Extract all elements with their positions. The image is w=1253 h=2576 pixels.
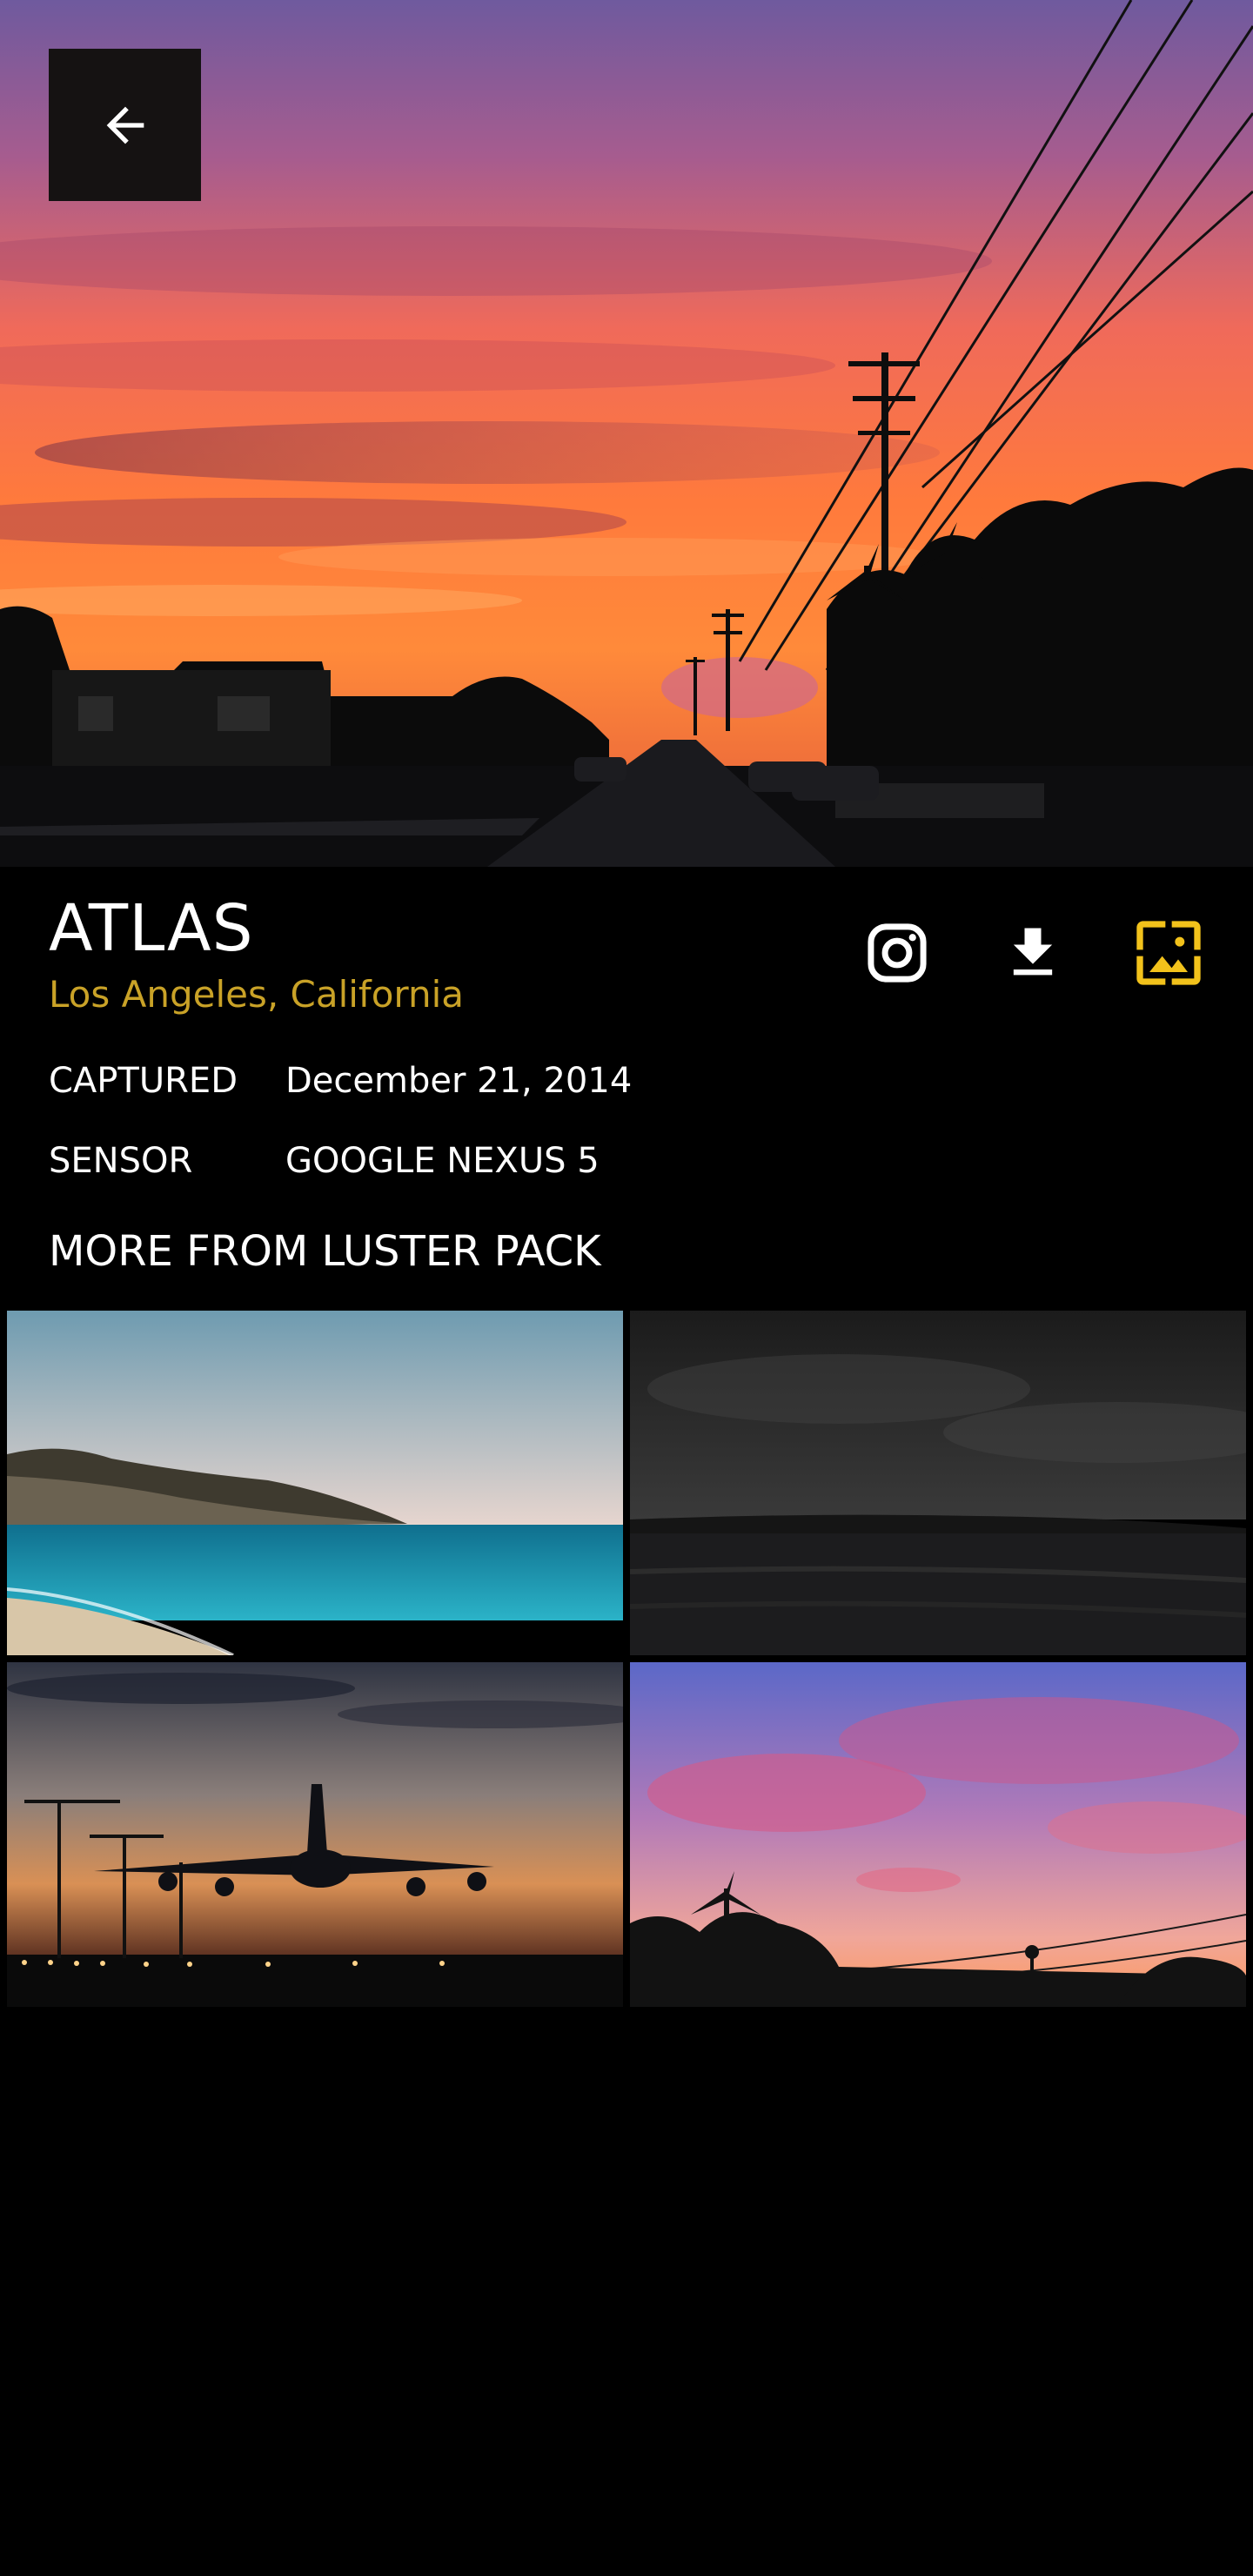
sensor-value: GOOGLE NEXUS 5	[285, 1141, 600, 1181]
photo-location: Los Angeles, California	[49, 973, 464, 1016]
thumbnail-airplane-sunset[interactable]	[7, 1662, 623, 2007]
hero-photo	[0, 0, 1253, 867]
set-wallpaper-icon	[1136, 921, 1201, 985]
more-from-pack-title: MORE FROM LUSTER PACK	[49, 1227, 601, 1276]
captured-label: CAPTURED	[49, 1061, 238, 1101]
instagram-icon	[868, 923, 927, 983]
thumbnail-night-ocean[interactable]	[630, 1311, 1246, 1655]
captured-value: December 21, 2014	[285, 1061, 633, 1101]
instagram-button[interactable]	[849, 905, 945, 1001]
sensor-label: SENSOR	[49, 1141, 193, 1181]
thumbnail-pink-sky-palms[interactable]	[630, 1662, 1246, 2007]
arrow-left-icon	[106, 106, 144, 144]
photo-title: ATLAS	[49, 891, 254, 966]
thumbnail-coastline[interactable]	[7, 1311, 623, 1655]
download-button[interactable]	[985, 905, 1081, 1001]
set-wallpaper-button[interactable]	[1121, 905, 1216, 1001]
download-icon	[1013, 928, 1053, 976]
back-button[interactable]	[49, 49, 201, 201]
